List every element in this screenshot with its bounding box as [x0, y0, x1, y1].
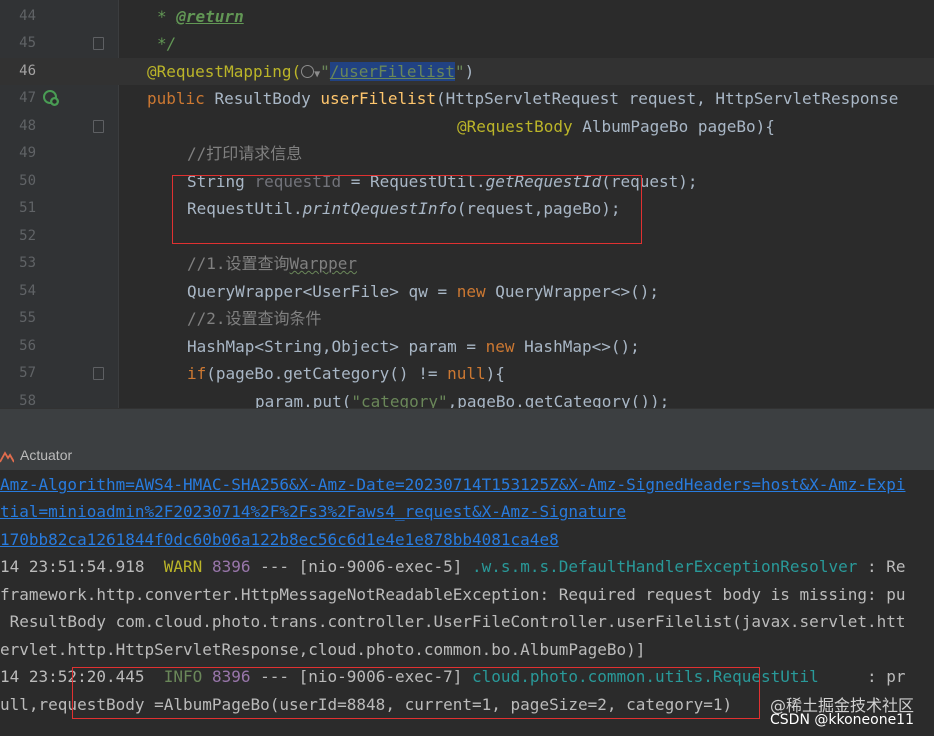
console-log-line: ResultBody com.cloud.photo.trans.control… [0, 612, 906, 631]
highlight-box [72, 667, 760, 719]
tool-window-header: Actuator [0, 442, 934, 471]
tab-actuator[interactable]: Actuator [20, 447, 72, 463]
code-editor[interactable]: 44 45 46 47 48 49 50 51 52 53 54 55 56 5… [0, 0, 934, 408]
console-link[interactable]: 170bb82ca1261844f0dc60b06a122b8ec56c6d1e… [0, 526, 559, 553]
watermark-author: CSDN @kkoneone11 [770, 712, 914, 728]
line-number: 48 [19, 118, 36, 134]
line-number: 51 [19, 200, 36, 216]
line-number: 53 [19, 255, 36, 271]
console-log-line: ervlet.http.HttpServletResponse,cloud.ph… [0, 640, 646, 659]
line-number: 45 [19, 35, 36, 51]
code-line-49: //打印请求信息 [187, 144, 303, 163]
code-line-44: * @return [157, 7, 244, 26]
line-number: 55 [19, 310, 36, 326]
fold-marker-icon[interactable] [93, 367, 104, 380]
code-line-56: HashMap<String,Object> param = new HashM… [187, 337, 640, 356]
line-number: 49 [19, 145, 36, 161]
console-link[interactable]: tial=minioadmin%2F20230714%2F%2Fs3%2Faws… [0, 498, 626, 525]
code-line-58: param.put("category",pageBo.getCategory(… [255, 392, 670, 408]
globe-icon[interactable] [301, 65, 315, 78]
line-number: 46 [19, 63, 36, 79]
code-line-54: QueryWrapper<UserFile> qw = new QueryWra… [187, 282, 660, 301]
code-line-53: //1.设置查询Warpper [187, 254, 357, 273]
code-line-48: @RequestBody AlbumPageBo pageBo){ [457, 117, 775, 136]
console-log-line: framework.http.converter.HttpMessageNotR… [0, 585, 906, 604]
line-number: 50 [19, 173, 36, 189]
line-number: 52 [19, 228, 36, 244]
code-line-45: */ [157, 34, 177, 53]
code-line-46: @RequestMapping(▼"/userFilelist") [147, 62, 475, 81]
endpoint-run-icon[interactable] [42, 89, 60, 107]
fold-marker-icon[interactable] [93, 37, 104, 50]
fold-marker-icon[interactable] [93, 120, 104, 133]
code-line-55: //2.设置查询条件 [187, 309, 322, 328]
line-number: 44 [19, 8, 36, 24]
line-number: 58 [19, 393, 36, 408]
line-number: 54 [19, 283, 36, 299]
actuator-icon [0, 451, 14, 463]
highlight-box [172, 175, 642, 244]
method-name: userFilelist [320, 89, 436, 108]
console-log-line: 14 23:51:54.918 WARN 8396 --- [nio-9006-… [0, 557, 906, 576]
line-number: 57 [19, 365, 36, 381]
url-literal: /userFilelist [329, 62, 456, 81]
code-line-47: public ResultBody userFilelist(HttpServl… [147, 89, 899, 108]
line-number: 47 [19, 90, 36, 106]
panel-splitter[interactable] [0, 408, 934, 443]
line-number: 56 [19, 338, 36, 354]
console-link[interactable]: Amz-Algorithm=AWS4-HMAC-SHA256&X-Amz-Dat… [0, 471, 905, 498]
code-line-57: if(pageBo.getCategory() != null){ [187, 364, 505, 383]
